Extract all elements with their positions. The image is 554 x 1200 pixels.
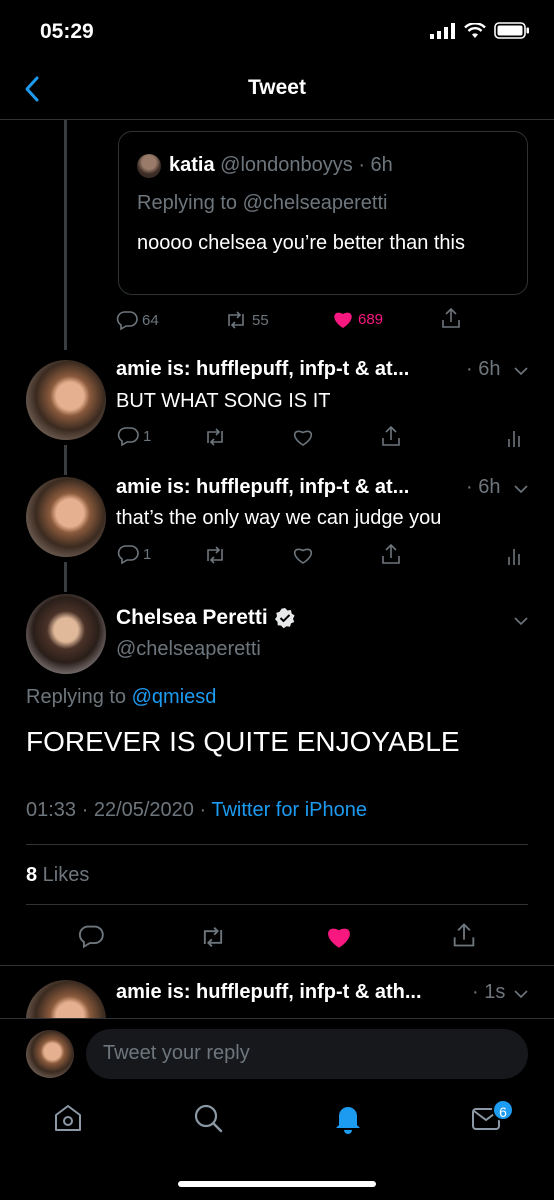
reply-icon <box>117 545 139 565</box>
reply-timestamp: · 6h <box>466 358 501 380</box>
reply-count: 1 <box>143 427 152 445</box>
like-count: 689 <box>358 310 384 328</box>
reply-author-name[interactable]: amie is: hufflepuff, infp-t & at... <box>116 358 409 381</box>
analytics-icon[interactable] <box>506 427 524 449</box>
share-button[interactable] <box>440 306 462 330</box>
heart-filled-icon[interactable] <box>325 924 353 949</box>
wifi-icon <box>464 22 486 38</box>
divider <box>26 904 528 905</box>
reply-icon <box>117 427 139 447</box>
verified-badge-icon <box>274 608 295 629</box>
likes-summary[interactable]: 8 Likes <box>26 864 89 887</box>
like-button[interactable]: 689 <box>332 309 383 329</box>
battery-icon <box>494 22 529 39</box>
page-title: Tweet <box>248 76 306 99</box>
chevron-down-icon[interactable] <box>512 480 530 498</box>
reply-count: 1 <box>143 545 152 563</box>
notifications-bell-icon[interactable] <box>330 1100 366 1136</box>
likes-label: Likes <box>37 864 90 886</box>
thread-line <box>64 120 67 350</box>
share-icon[interactable] <box>380 424 402 448</box>
reply-button[interactable]: 64 <box>116 309 159 331</box>
reply-author-name[interactable]: amie is: hufflepuff, infp-t & at... <box>116 476 409 499</box>
heart-icon[interactable] <box>292 427 314 447</box>
reply-text: that’s the only way we can judge you <box>116 507 442 529</box>
avatar <box>137 154 161 178</box>
retweet-icon <box>228 311 244 329</box>
heart-filled-icon <box>334 312 352 328</box>
chevron-down-icon[interactable] <box>512 985 530 1003</box>
reply-icon <box>116 311 138 331</box>
heart-icon[interactable] <box>292 545 314 565</box>
retweet-icon[interactable] <box>203 426 227 448</box>
share-icon[interactable] <box>451 921 477 949</box>
header-divider <box>0 119 554 120</box>
retweet-button[interactable]: 55 <box>224 309 269 331</box>
reply-button[interactable]: 1 <box>117 543 151 565</box>
replying-to-prefix: Replying to <box>26 686 132 708</box>
home-indicator <box>178 1181 376 1187</box>
retweet-icon[interactable] <box>199 924 227 950</box>
tweet-text: FOREVER IS QUITE ENJOYABLE <box>26 726 460 757</box>
likes-count: 8 <box>26 864 38 886</box>
quoted-tweet-text: noooo chelsea you’re better than this <box>137 232 465 254</box>
share-icon <box>442 307 460 328</box>
reply-count: 64 <box>142 311 159 329</box>
thread-line <box>64 562 67 592</box>
status-time: 05:29 <box>40 20 94 43</box>
quoted-tweet-card[interactable]: katia @londonboyys · 6h Replying to @che… <box>118 131 528 295</box>
messages-badge: 6 <box>492 1099 514 1121</box>
analytics-icon[interactable] <box>506 545 524 567</box>
reply-timestamp: · 1s <box>472 981 506 1003</box>
avatar <box>26 1030 74 1078</box>
main-author-name: Chelsea Peretti <box>116 606 268 629</box>
home-icon[interactable] <box>50 1100 86 1136</box>
main-author-handle: @chelseaperetti <box>116 638 261 660</box>
avatar[interactable] <box>26 594 106 674</box>
tweet-meta: 01:33 · 22/05/2020 · Twitter for iPhone <box>26 799 367 822</box>
reply-icon[interactable] <box>78 923 104 949</box>
search-icon[interactable] <box>190 1100 226 1136</box>
reply-button[interactable]: 1 <box>117 425 151 447</box>
thread-line <box>64 445 67 475</box>
avatar[interactable] <box>26 477 106 557</box>
divider <box>0 965 554 966</box>
quoted-replying-to: Replying to @chelseaperetti <box>137 192 388 214</box>
reply-author-name[interactable]: amie is: hufflepuff, infp-t & ath... <box>116 981 422 1004</box>
replying-to: Replying to @qmiesd <box>26 686 216 709</box>
main-author[interactable]: Chelsea Peretti <box>116 606 296 630</box>
reply-input[interactable]: Tweet your reply <box>86 1029 528 1079</box>
avatar[interactable] <box>26 360 106 440</box>
retweet-icon[interactable] <box>203 544 227 566</box>
chevron-down-icon[interactable] <box>512 362 530 380</box>
retweet-count: 55 <box>252 311 269 329</box>
signal-icon <box>430 22 455 39</box>
status-icons <box>430 22 530 39</box>
divider <box>26 844 528 845</box>
reply-text: BUT WHAT SONG IS IT <box>116 390 331 412</box>
replying-to-link[interactable]: @qmiesd <box>132 686 217 708</box>
tweet-timestamp: 01:33 · 22/05/2020 · <box>26 799 212 821</box>
chevron-down-icon[interactable] <box>512 612 530 630</box>
share-icon[interactable] <box>380 542 402 566</box>
quoted-author-name: katia <box>169 154 215 176</box>
tweet-source-link[interactable]: Twitter for iPhone <box>211 799 367 821</box>
quoted-author-handle: @londonboyys · 6h <box>220 154 393 176</box>
reply-timestamp: · 6h <box>466 476 501 498</box>
